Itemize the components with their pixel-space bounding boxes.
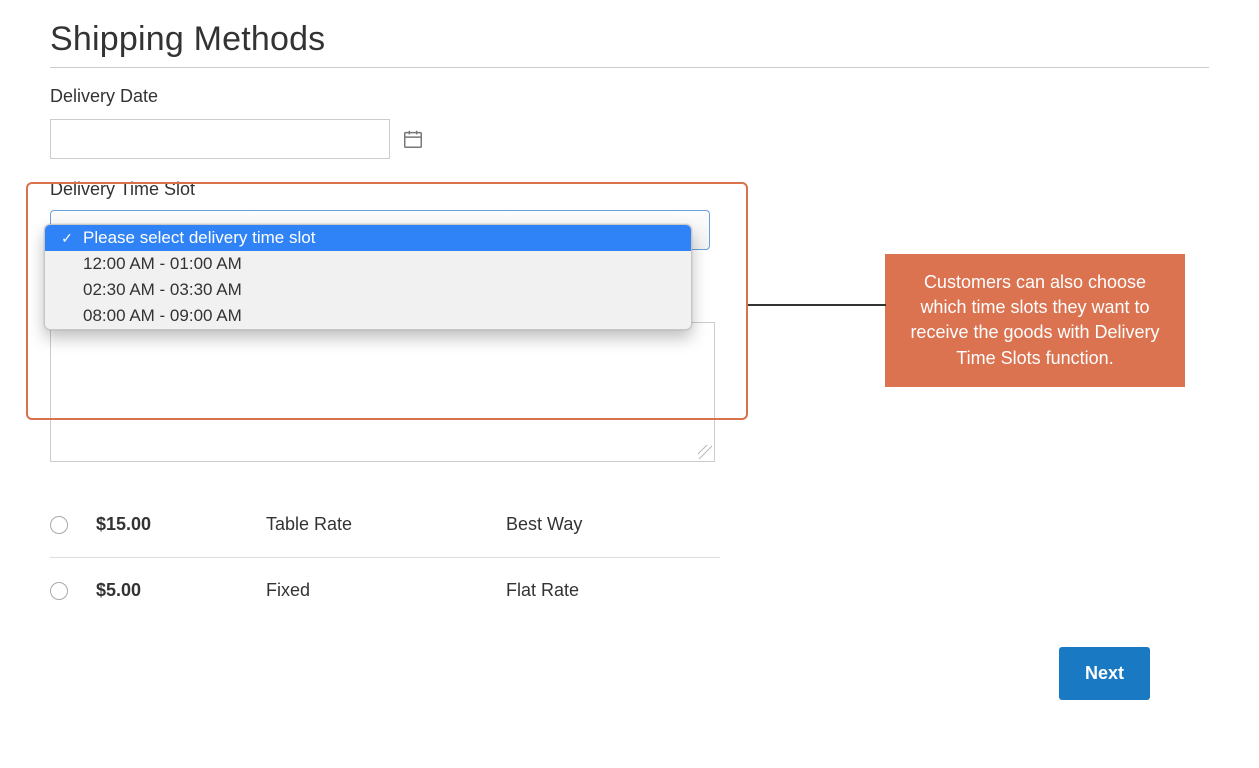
time-slot-option-placeholder[interactable]: ✓ Please select delivery time slot: [45, 225, 691, 251]
radio-button[interactable]: [50, 516, 68, 534]
time-slot-dropdown: ✓ Please select delivery time slot ✓ 12:…: [44, 224, 692, 330]
calendar-icon[interactable]: [402, 128, 424, 150]
shipping-method-row[interactable]: $5.00 Fixed Flat Rate: [50, 558, 720, 623]
shipping-carrier: Best Way: [506, 514, 582, 535]
time-slot-label: Delivery Time Slot: [50, 179, 1209, 200]
check-icon: ✓: [59, 230, 75, 247]
time-slot-option-3[interactable]: ✓ 08:00 AM - 09:00 AM: [45, 303, 691, 329]
next-button[interactable]: Next: [1059, 647, 1150, 700]
shipping-methods-list: $15.00 Table Rate Best Way $5.00 Fixed F…: [50, 492, 720, 623]
option-label: 08:00 AM - 09:00 AM: [83, 306, 242, 326]
annotation-connector-line: [748, 304, 886, 306]
shipping-method-name: Table Rate: [266, 514, 506, 535]
delivery-date-input[interactable]: [50, 119, 390, 159]
radio-button[interactable]: [50, 582, 68, 600]
time-slot-option-2[interactable]: ✓ 02:30 AM - 03:30 AM: [45, 277, 691, 303]
page-title: Shipping Methods: [50, 20, 1209, 59]
shipping-method-name: Fixed: [266, 580, 506, 601]
option-label: Please select delivery time slot: [83, 228, 315, 248]
option-label: 12:00 AM - 01:00 AM: [83, 254, 242, 274]
title-divider: [50, 67, 1209, 68]
annotation-callout: Customers can also choose which time slo…: [885, 254, 1185, 387]
shipping-carrier: Flat Rate: [506, 580, 579, 601]
shipping-price: $15.00: [96, 514, 266, 535]
comment-textarea[interactable]: [50, 322, 715, 462]
option-label: 02:30 AM - 03:30 AM: [83, 280, 242, 300]
time-slot-option-1[interactable]: ✓ 12:00 AM - 01:00 AM: [45, 251, 691, 277]
shipping-price: $5.00: [96, 580, 266, 601]
delivery-date-label: Delivery Date: [50, 86, 1209, 107]
shipping-method-row[interactable]: $15.00 Table Rate Best Way: [50, 492, 720, 558]
